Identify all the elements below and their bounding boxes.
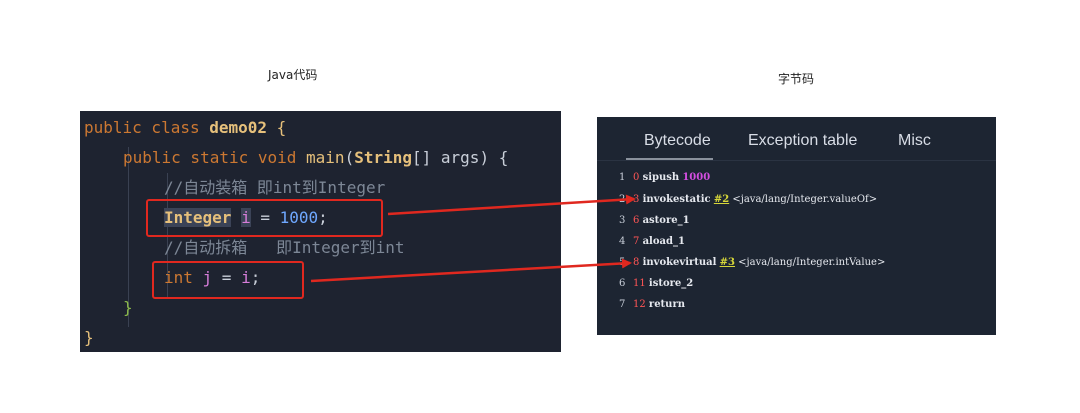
annotation-arrows — [310, 194, 636, 283]
arrow-unboxing-to-invokevirtual — [310, 258, 632, 283]
arrow-boxing-to-invokestatic — [387, 194, 636, 216]
